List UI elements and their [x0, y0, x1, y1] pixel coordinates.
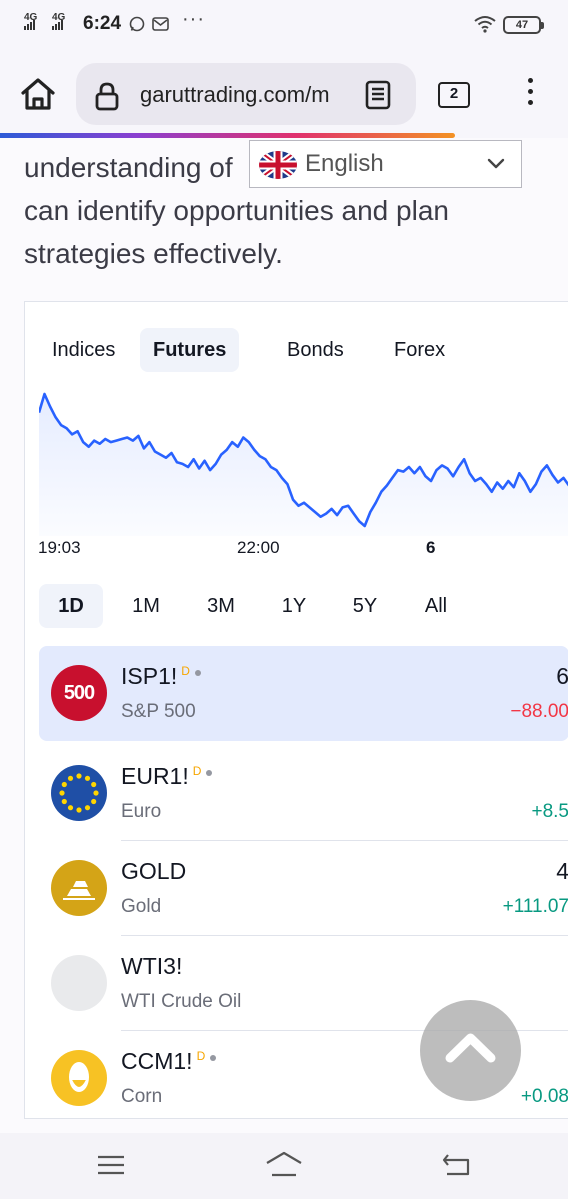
- range-1m[interactable]: 1M: [114, 584, 178, 628]
- status-bar: 4G 4G 6:24 ··· 47: [0, 0, 568, 50]
- more-notifications-icon: ···: [182, 8, 205, 30]
- range-all[interactable]: All: [404, 584, 468, 628]
- symbol-price: 4: [556, 858, 568, 884]
- logo-text: 500: [63, 682, 95, 704]
- symbol-change: +8.5: [531, 801, 568, 822]
- symbol-name: Euro: [121, 801, 162, 822]
- x-tick-label: 6: [426, 538, 436, 557]
- delayed-badge: D: [192, 764, 202, 779]
- symbol-ticker[interactable]: EUR1! D: [121, 763, 213, 790]
- x-tick-label: 22:00: [237, 538, 280, 557]
- lock-icon[interactable]: [94, 81, 120, 111]
- symbol-change: +0.08: [520, 1086, 568, 1107]
- recent-apps-icon[interactable]: [96, 1151, 126, 1179]
- symbol-price: 6: [556, 663, 568, 689]
- symbol-change: −88.00: [510, 701, 568, 722]
- symbol-row-isp1[interactable]: 500 ISP1! D S&P 500 6 −88.00: [39, 646, 568, 741]
- ticker-text[interactable]: ISP1!: [121, 663, 177, 689]
- eu-star: [76, 773, 82, 779]
- price-chart[interactable]: [39, 386, 568, 536]
- symbol-ticker[interactable]: GOLD: [121, 858, 186, 885]
- language-label[interactable]: English: [305, 150, 384, 178]
- market-status-dot: [210, 1055, 217, 1061]
- whatsapp-icon: [129, 16, 145, 32]
- system-navigation-bar: [0, 1133, 568, 1199]
- language-selector[interactable]: English: [249, 140, 522, 188]
- market-status-dot: [194, 670, 201, 676]
- browser-toolbar: garuttrading.com/m 2: [0, 50, 568, 138]
- mail-icon: [152, 17, 169, 31]
- scroll-to-top-button[interactable]: [420, 1000, 521, 1101]
- eu-star: [76, 807, 82, 813]
- chevron-down-icon[interactable]: [486, 157, 506, 171]
- chevron-up-icon[interactable]: [420, 1000, 521, 1101]
- signal-icon: [24, 20, 35, 30]
- range-5y[interactable]: 5Y: [333, 584, 397, 628]
- corn-icon: [51, 1050, 107, 1106]
- eu-star: [84, 805, 91, 811]
- paragraph-line: can identify opportunities and plan: [24, 195, 449, 226]
- home-icon[interactable]: [18, 74, 58, 114]
- x-tick-label: 19:03: [38, 538, 81, 557]
- address-bar[interactable]: garuttrading.com/m: [76, 63, 416, 125]
- symbol-ticker[interactable]: CCM1! D: [121, 1048, 217, 1075]
- ticker-text[interactable]: CCM1!: [121, 1048, 193, 1074]
- eu-star: [67, 805, 74, 811]
- sp500-logo-icon: 500: [51, 665, 107, 721]
- wti-logo-placeholder-icon: [51, 955, 107, 1011]
- clock: 6:24: [83, 13, 122, 34]
- range-1y[interactable]: 1Y: [262, 584, 326, 628]
- web-page: understanding of can identify opportunit…: [0, 138, 568, 1133]
- url-text[interactable]: garuttrading.com/m: [140, 82, 340, 108]
- wifi-icon: [474, 16, 496, 33]
- home-nav-icon[interactable]: [264, 1149, 304, 1181]
- eu-star: [61, 798, 67, 805]
- gold-bars-icon: [51, 860, 107, 916]
- eu-star: [84, 775, 91, 781]
- tab-switcher-button[interactable]: 2: [438, 82, 470, 108]
- ticker-text[interactable]: GOLD: [121, 858, 186, 884]
- eu-star: [67, 775, 74, 781]
- delayed-badge: D: [196, 1049, 206, 1064]
- paragraph-line: strategies effectively.: [24, 238, 283, 269]
- range-3m[interactable]: 3M: [189, 584, 253, 628]
- symbol-name: S&P 500: [121, 701, 196, 722]
- chart-area-fill: [39, 394, 568, 536]
- ticker-text[interactable]: WTI3!: [121, 953, 182, 979]
- market-status-dot: [206, 770, 213, 776]
- symbol-name: WTI Crude Oil: [121, 991, 242, 1012]
- symbol-name: Corn: [121, 1086, 163, 1107]
- tab-indices[interactable]: Indices: [39, 328, 128, 372]
- market-overview-widget: Indices Futures Bonds Forex 19:03 22:00 …: [24, 301, 568, 1119]
- back-icon[interactable]: [442, 1151, 472, 1179]
- signal-icon: [52, 20, 63, 30]
- symbol-ticker[interactable]: ISP1! D: [121, 663, 201, 690]
- symbol-name: Gold: [121, 896, 162, 917]
- symbol-row-eur1[interactable]: EUR1! D Euro +8.5: [39, 746, 568, 841]
- eu-star: [91, 781, 97, 788]
- symbol-change: +111.07: [502, 896, 568, 917]
- eu-star: [59, 790, 65, 796]
- eu-star: [91, 798, 97, 805]
- uk-flag-icon: [259, 151, 297, 179]
- symbol-ticker[interactable]: WTI3!: [121, 953, 182, 980]
- range-1d[interactable]: 1D: [39, 584, 103, 628]
- eu-star: [93, 790, 99, 796]
- battery-icon: 47: [503, 16, 544, 34]
- overflow-menu-icon[interactable]: [520, 78, 540, 114]
- tab-futures[interactable]: Futures: [140, 328, 240, 372]
- symbol-row-gold[interactable]: GOLD Gold 4 +111.07: [39, 841, 568, 936]
- reader-mode-icon[interactable]: [364, 80, 392, 110]
- ticker-text[interactable]: EUR1!: [121, 763, 189, 789]
- tab-bonds[interactable]: Bonds: [274, 328, 357, 372]
- tab-forex[interactable]: Forex: [381, 328, 458, 372]
- eu-flag-icon: [51, 765, 107, 821]
- eu-star: [61, 781, 67, 788]
- delayed-badge: D: [181, 664, 190, 679]
